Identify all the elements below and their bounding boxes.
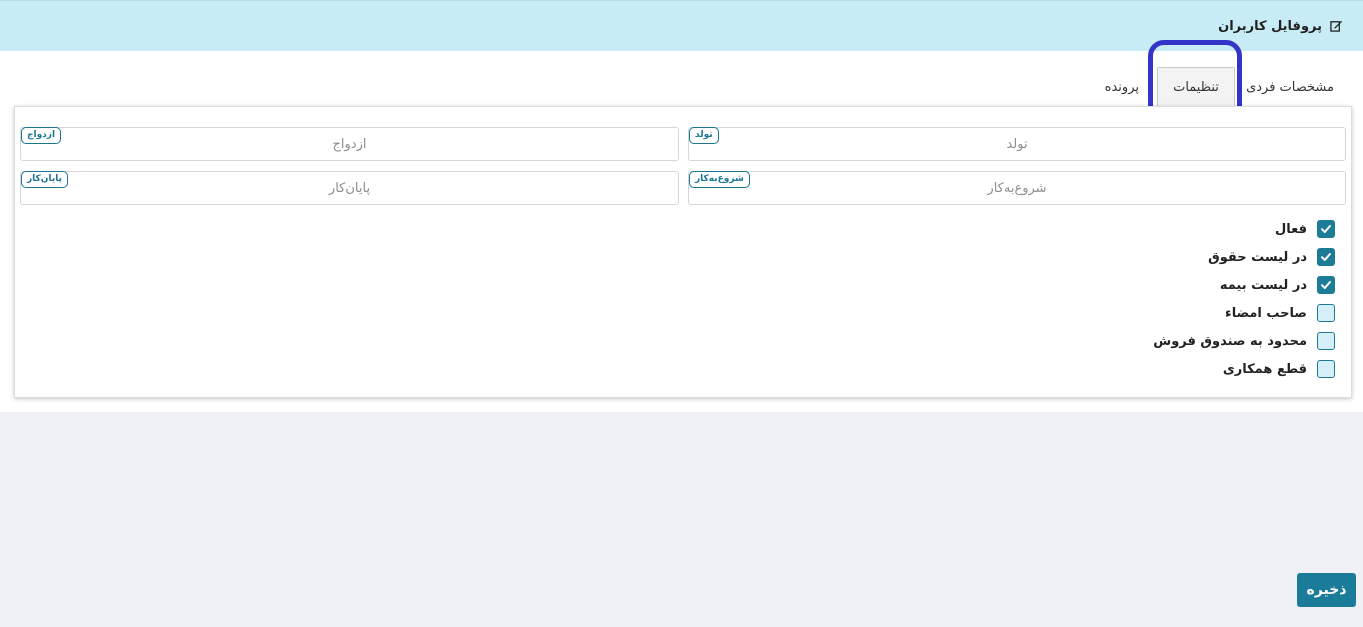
checkbox-in-insurance[interactable]: در لیست بیمه: [1153, 271, 1335, 299]
checkbox-limited-to-cash-register[interactable]: محدود به صندوق فروش: [1153, 327, 1335, 355]
work-end-field: پایان‌کار: [20, 171, 679, 205]
checkbox-in-payroll[interactable]: در لیست حقوق: [1153, 243, 1335, 271]
work-end-badge: پایان‌کار: [21, 171, 68, 188]
settings-form: تولد ازدواج شروع‌به‌کار پایان‌کار فعال د…: [14, 106, 1352, 398]
checkmark-icon[interactable]: [1317, 276, 1335, 294]
checkbox-label: در لیست بیمه: [1219, 277, 1307, 293]
checkmark-icon[interactable]: [1317, 248, 1335, 266]
edit-icon: [1329, 19, 1343, 33]
checkbox-signatory[interactable]: صاحب امضاء: [1153, 299, 1335, 327]
checkbox-label: فعال: [1274, 221, 1307, 237]
page-header: پروفایل کاربران: [0, 0, 1363, 51]
checkbox-terminated[interactable]: قطع همکاری: [1153, 355, 1335, 383]
birth-date-input[interactable]: [689, 128, 1345, 160]
work-start-field: شروع‌به‌کار: [688, 171, 1346, 205]
checkbox-icon[interactable]: [1317, 360, 1335, 378]
checkbox-label: قطع همکاری: [1222, 361, 1307, 377]
work-end-input[interactable]: [21, 172, 678, 204]
marriage-date-input[interactable]: [21, 128, 678, 160]
work-start-input[interactable]: [689, 172, 1345, 204]
work-start-badge: شروع‌به‌کار: [689, 171, 750, 188]
marriage-date-badge: ازدواج: [21, 127, 62, 144]
checkbox-icon[interactable]: [1317, 304, 1335, 322]
page-title: پروفایل کاربران: [1218, 18, 1322, 34]
app-root: پروفایل کاربران مشخصات فردی تنظیمات پرون…: [0, 0, 1363, 627]
checkbox-active[interactable]: فعال: [1153, 215, 1335, 243]
birth-date-field: تولد: [688, 127, 1346, 161]
birth-date-badge: تولد: [689, 127, 719, 144]
tab-settings[interactable]: تنظیمات: [1157, 67, 1235, 108]
tab-file[interactable]: پرونده: [1105, 68, 1139, 108]
marriage-date-field: ازدواج: [20, 127, 679, 161]
save-button[interactable]: ذخیره: [1297, 573, 1356, 607]
checkbox-label: محدود به صندوق فروش: [1153, 333, 1307, 349]
checkbox-list: فعال در لیست حقوق در لیست بیمه صاحب امضا…: [1153, 215, 1335, 383]
checkbox-label: صاحب امضاء: [1225, 305, 1307, 321]
checkmark-icon[interactable]: [1317, 220, 1335, 238]
checkbox-icon[interactable]: [1317, 332, 1335, 350]
checkbox-label: در لیست حقوق: [1208, 249, 1307, 265]
tab-personal-info[interactable]: مشخصات فردی: [1246, 68, 1334, 108]
